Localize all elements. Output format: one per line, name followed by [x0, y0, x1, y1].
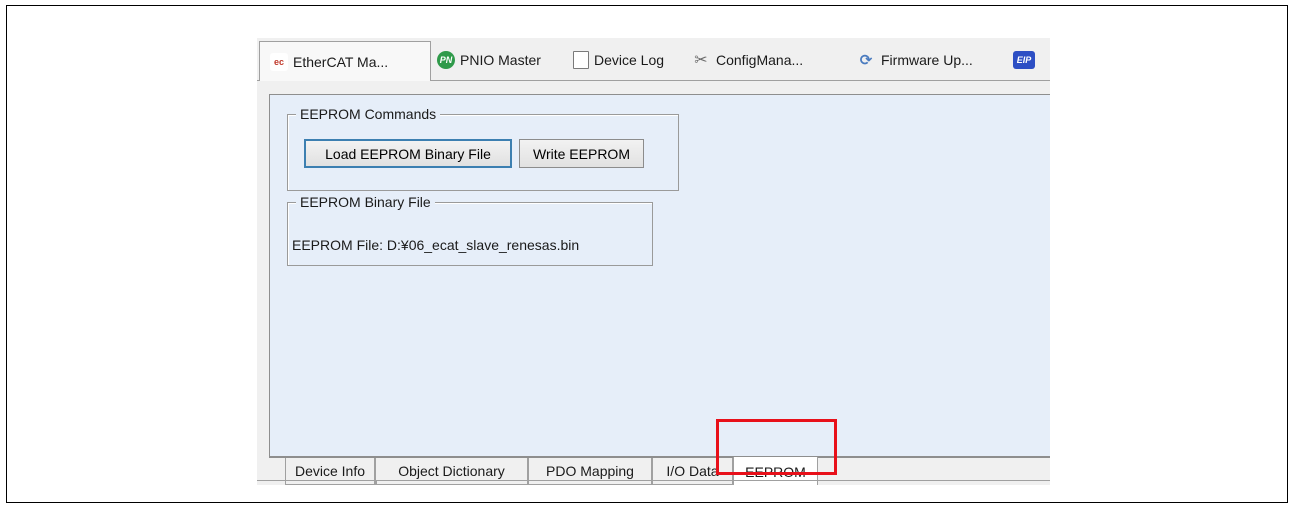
- eeprom-commands-title: EEPROM Commands: [296, 106, 441, 122]
- tab-pnio-master[interactable]: PN PNIO Master: [437, 41, 541, 78]
- pnio-icon: PN: [437, 50, 455, 69]
- tab-ethercat-master-label: EtherCAT Ma...: [293, 53, 389, 70]
- eip-icon: EIP: [1013, 50, 1035, 69]
- tab-device-log-label: Device Log: [594, 51, 665, 68]
- write-eeprom-button[interactable]: Write EEPROM: [519, 139, 644, 168]
- divider-mark: [376, 481, 377, 485]
- eeprom-binary-file-title: EEPROM Binary File: [296, 194, 435, 210]
- tab-firmware-update-label: Firmware Up...: [881, 51, 973, 68]
- eeprom-binary-file-group: EEPROM Binary File EEPROM File: D:¥06_ec…: [287, 194, 653, 266]
- load-eeprom-binary-file-button[interactable]: Load EEPROM Binary File: [304, 139, 512, 168]
- tab-pnio-master-label: PNIO Master: [460, 51, 541, 68]
- tab-ethernet-ip[interactable]: EIP: [1013, 41, 1040, 78]
- eeprom-panel: EEPROM Commands Load EEPROM Binary File …: [269, 94, 1050, 457]
- tab-config-manager-label: ConfigMana...: [716, 51, 804, 68]
- top-tab-strip: ec EtherCAT Ma... PN PNIO Master Device …: [257, 38, 1050, 81]
- eeprom-file-row: EEPROM File: D:¥06_ecat_slave_renesas.bi…: [292, 237, 579, 253]
- tab-firmware-update[interactable]: ⟳ Firmware Up...: [856, 41, 973, 78]
- eeprom-commands-group: EEPROM Commands Load EEPROM Binary File …: [287, 106, 679, 191]
- tools-icon: ✂: [694, 51, 708, 69]
- clipboard-icon: [573, 50, 589, 69]
- app-window: ec EtherCAT Ma... PN PNIO Master Device …: [257, 38, 1050, 485]
- firmware-update-icon: ⟳: [859, 51, 873, 69]
- tab-config-manager[interactable]: ✂ ConfigMana...: [691, 41, 803, 78]
- eeprom-file-label: EEPROM File:: [292, 237, 384, 253]
- eeprom-file-path: D:¥06_ecat_slave_renesas.bin: [386, 237, 580, 253]
- ethercat-icon: ec: [270, 52, 288, 71]
- tab-device-log[interactable]: Device Log: [573, 41, 664, 78]
- tab-ethercat-master[interactable]: ec EtherCAT Ma...: [259, 41, 431, 81]
